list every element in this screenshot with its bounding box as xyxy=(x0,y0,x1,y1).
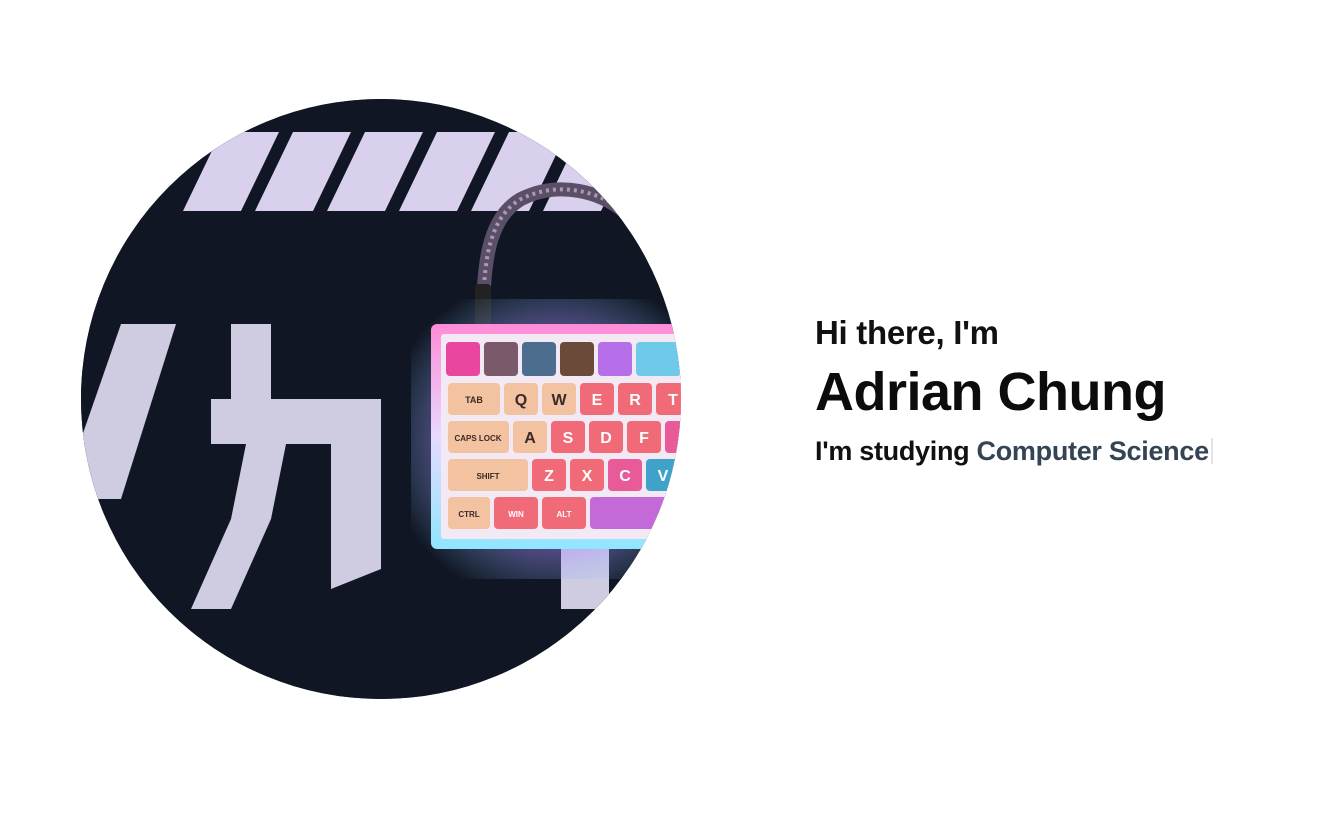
svg-text:E: E xyxy=(592,392,603,409)
typing-caret xyxy=(1210,438,1213,464)
svg-text:R: R xyxy=(629,392,641,409)
intro-section: Hi there, I'm Adrian Chung I'm studying … xyxy=(815,310,1295,470)
svg-text:D: D xyxy=(600,430,612,447)
svg-text:SHIFT: SHIFT xyxy=(476,472,499,481)
svg-text:C: C xyxy=(619,468,631,485)
name-heading: Adrian Chung xyxy=(815,362,1166,422)
greeting-text: Hi there, I'm xyxy=(815,314,999,351)
page: TAB Q W E R T CAPS LOCK A S D F SHIFT Z … xyxy=(0,0,1333,832)
studying-prefix: I'm studying xyxy=(815,436,970,466)
svg-text:S: S xyxy=(563,430,574,447)
svg-text:Q: Q xyxy=(515,392,527,409)
studying-line: I'm studying Computer Science xyxy=(815,432,1295,470)
svg-text:ALT: ALT xyxy=(557,510,572,519)
svg-text:CTRL: CTRL xyxy=(458,510,479,519)
svg-text:TAB: TAB xyxy=(465,395,483,405)
keyboard-photo-illustration: TAB Q W E R T CAPS LOCK A S D F SHIFT Z … xyxy=(81,99,681,699)
svg-text:V: V xyxy=(658,468,669,485)
svg-text:Z: Z xyxy=(544,468,554,485)
svg-text:W: W xyxy=(551,392,567,409)
studying-subject: Computer Science xyxy=(976,436,1210,466)
profile-photo: TAB Q W E R T CAPS LOCK A S D F SHIFT Z … xyxy=(81,99,681,699)
svg-text:CAPS LOCK: CAPS LOCK xyxy=(454,434,501,443)
svg-text:F: F xyxy=(639,430,649,447)
svg-text:T: T xyxy=(668,392,678,409)
svg-text:WIN: WIN xyxy=(508,510,524,519)
svg-text:A: A xyxy=(524,430,536,447)
svg-text:X: X xyxy=(582,468,593,485)
